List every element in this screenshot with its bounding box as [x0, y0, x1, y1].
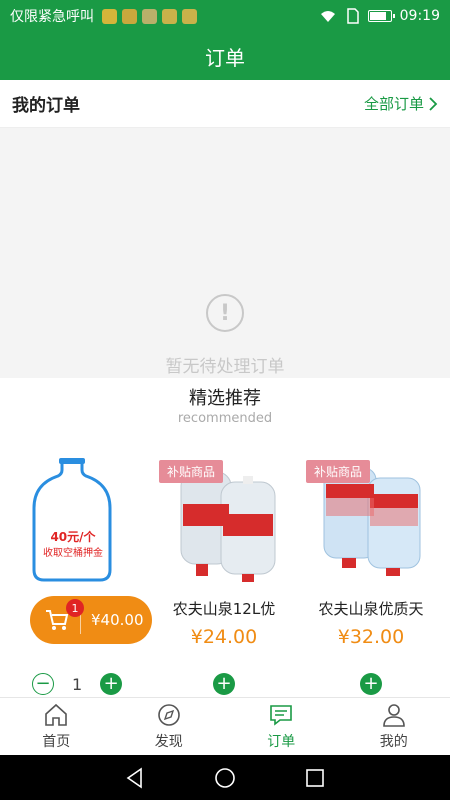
tab-me[interactable]: 我的	[338, 698, 450, 755]
status-app-icon	[122, 8, 137, 24]
status-app-icon	[142, 8, 157, 24]
bucket-deposit-label: 收取空桶押金	[43, 548, 103, 559]
back-icon[interactable]	[123, 766, 147, 790]
all-orders-label: 全部订单	[363, 95, 424, 113]
decrease-quantity-button[interactable]: −	[32, 673, 54, 695]
product-price: ¥32.00	[337, 626, 405, 648]
subsidy-tag: 补贴商品	[159, 460, 224, 483]
page-title: 订单	[205, 45, 245, 70]
bottom-tab-bar: 首页 发现 订单 我的	[0, 697, 450, 755]
recommended-subtitle: recommended	[177, 411, 273, 426]
product-card-bucket-deposit[interactable]: 40元/个 收取空桶押金	[8, 458, 138, 698]
status-bar: 仅限紧急呼叫 09:19	[0, 0, 450, 32]
status-time: 09:19	[399, 8, 440, 24]
tab-label: 我的	[379, 734, 408, 750]
chevron-right-icon	[429, 96, 438, 111]
wifi-icon	[320, 11, 335, 22]
order-chat-icon	[270, 705, 293, 726]
status-app-icon	[182, 8, 197, 24]
compass-icon	[157, 704, 180, 726]
cart-button[interactable]: 1 ¥40.00	[30, 596, 152, 644]
bucket-price-label: 40元/个	[50, 530, 96, 544]
carrier-text: 仅限紧急呼叫	[10, 9, 94, 25]
water-bucket-image	[32, 458, 112, 582]
home-circle-icon[interactable]	[213, 766, 237, 790]
user-icon	[382, 704, 405, 727]
tab-label: 订单	[267, 734, 296, 750]
status-app-icons	[102, 8, 197, 24]
add-to-cart-button[interactable]: +	[360, 673, 382, 695]
product-price: ¥24.00	[190, 626, 258, 648]
my-orders-label: 我的订单	[12, 96, 80, 116]
cart-icon: 1	[44, 599, 84, 633]
subsidy-tag: 补贴商品	[306, 460, 371, 483]
tab-label: 首页	[42, 734, 71, 750]
status-right: 09:19	[318, 8, 440, 24]
add-to-cart-button[interactable]: +	[213, 673, 235, 695]
recents-icon[interactable]	[303, 766, 327, 790]
product-card[interactable]: 补贴商品 农夫山泉优质天 ¥32.00 +	[306, 458, 436, 698]
tab-discover[interactable]: 发现	[113, 698, 226, 755]
app-header: 订单	[0, 32, 450, 80]
tab-home[interactable]: 首页	[0, 698, 113, 755]
my-orders-row: 我的订单 全部订单	[0, 80, 450, 128]
increase-quantity-button[interactable]: +	[100, 673, 123, 695]
cart-total: ¥40.00	[91, 611, 144, 629]
sim-icon	[346, 8, 359, 24]
exclamation-circle-icon: !	[206, 294, 244, 332]
cart-count-badge: 1	[66, 599, 84, 617]
status-app-icon	[162, 8, 177, 24]
all-orders-link[interactable]: 全部订单	[364, 93, 438, 114]
system-nav-bar	[0, 755, 450, 800]
home-icon	[45, 703, 68, 726]
quantity-count: 1	[72, 674, 83, 694]
tab-label: 发现	[154, 734, 183, 750]
status-app-icon	[102, 8, 117, 24]
battery-icon	[367, 10, 395, 22]
recommended-title: 精选推荐	[189, 388, 261, 409]
quantity-stepper: − 1 +	[32, 673, 123, 695]
product-name: 农夫山泉12L优	[172, 600, 276, 618]
empty-orders-panel: ! 暂无待处理订单	[0, 128, 450, 378]
empty-orders-text: 暂无待处理订单	[165, 357, 285, 377]
tab-orders[interactable]: 订单	[225, 698, 338, 755]
product-card[interactable]: 补贴商品 农夫山泉12L优 ¥24.00 +	[159, 458, 289, 698]
product-name: 农夫山泉优质天	[318, 600, 424, 618]
